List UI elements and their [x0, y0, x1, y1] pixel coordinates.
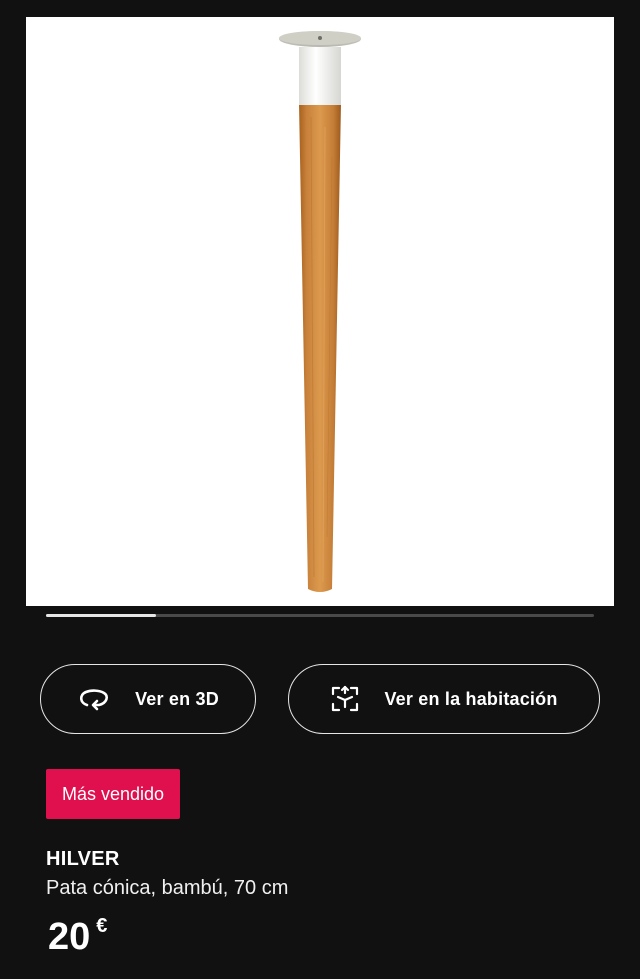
view-in-room-button[interactable]: Ver en la habitación	[288, 664, 600, 734]
rotate-3d-icon	[77, 687, 111, 711]
product-price: 20 €	[48, 912, 107, 962]
table-leg-illustration	[279, 31, 361, 592]
price-currency: €	[96, 915, 108, 937]
augmented-reality-icon	[330, 684, 360, 714]
view-3d-button[interactable]: Ver en 3D	[40, 664, 256, 734]
best-seller-badge: Más vendido	[46, 769, 180, 819]
image-carousel-progress[interactable]	[46, 614, 594, 617]
product-description: Pata cónica, bambú, 70 cm	[46, 877, 289, 899]
carousel-progress-thumb	[46, 614, 156, 617]
view-3d-label: Ver en 3D	[135, 688, 219, 709]
price-value: 20	[48, 916, 91, 958]
product-image[interactable]	[26, 17, 614, 606]
product-page: Ver en 3D Ver en la habitación Más vendi…	[0, 0, 640, 979]
view-in-room-label: Ver en la habitación	[384, 688, 558, 709]
product-name: HILVER	[46, 848, 120, 870]
